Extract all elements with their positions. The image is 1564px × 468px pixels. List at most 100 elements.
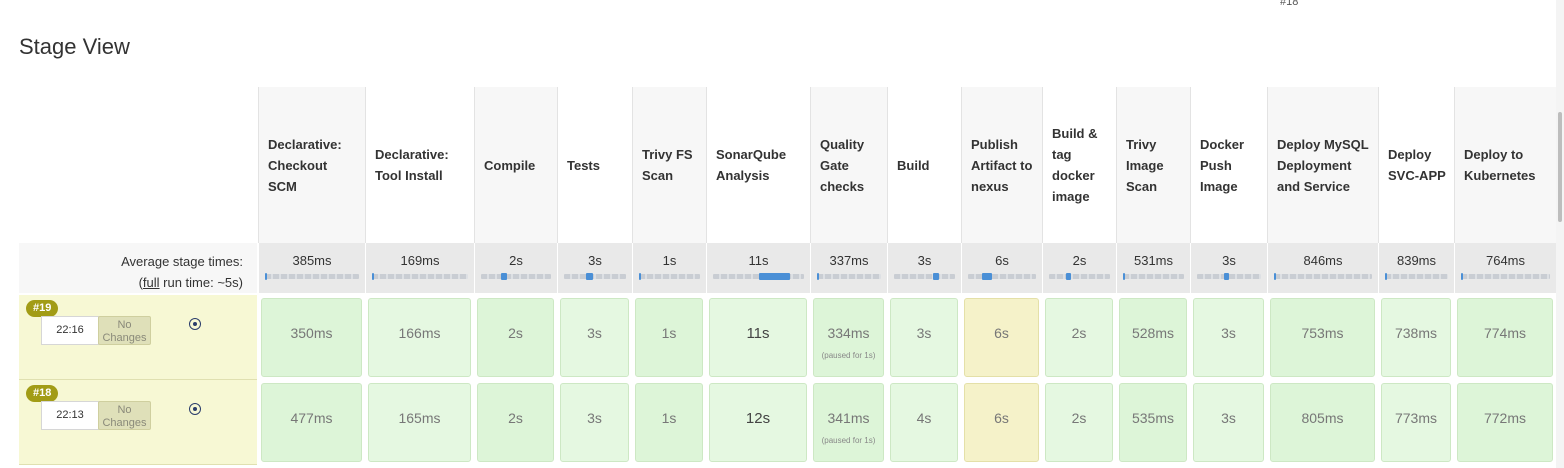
stage-cell[interactable]: 3s xyxy=(887,295,961,380)
stage-cell-box[interactable]: 350ms xyxy=(261,298,362,377)
stage-cell-box[interactable]: 774ms xyxy=(1457,298,1553,377)
stage-cell[interactable]: 738ms xyxy=(1378,295,1454,380)
stage-cell[interactable]: 6s xyxy=(961,380,1042,465)
stage-cell[interactable]: 334ms (paused for 1s) xyxy=(810,295,887,380)
average-progress-mark xyxy=(933,273,940,280)
stage-header[interactable]: Quality Gate checks xyxy=(810,87,887,243)
stage-cell[interactable]: 753ms xyxy=(1267,295,1378,380)
build-number-badge[interactable]: #18 xyxy=(26,385,59,402)
vertical-scrollbar[interactable] xyxy=(1556,0,1564,468)
stage-cell-box[interactable]: 805ms xyxy=(1270,383,1375,462)
stage-cell-box[interactable]: 535ms xyxy=(1119,383,1187,462)
stage-cell[interactable]: 528ms xyxy=(1116,295,1190,380)
stage-header[interactable]: Trivy Image Scan xyxy=(1116,87,1190,243)
stage-cell-box[interactable]: 334ms (paused for 1s) xyxy=(813,298,884,377)
stage-header[interactable]: Declarative: Checkout SCM xyxy=(258,87,365,243)
stage-cell-box[interactable]: 2s xyxy=(1045,383,1113,462)
stage-pause-note: (paused for 1s) xyxy=(821,436,876,445)
average-stage-time: 2s xyxy=(474,243,557,293)
stage-cell-box[interactable]: 3s xyxy=(1193,383,1264,462)
stage-header[interactable]: Deploy SVC-APP xyxy=(1378,87,1454,243)
average-stage-value: 11s xyxy=(748,253,769,268)
stage-header[interactable]: Build & tag docker image xyxy=(1042,87,1116,243)
stage-cell[interactable]: 774ms xyxy=(1454,295,1556,380)
stage-cell[interactable]: 350ms xyxy=(258,295,365,380)
stage-cell[interactable]: 805ms xyxy=(1267,380,1378,465)
stage-header[interactable]: Compile xyxy=(474,87,557,243)
average-stage-value: 764ms xyxy=(1485,253,1526,268)
stage-cell-box[interactable]: 773ms xyxy=(1381,383,1451,462)
stage-cell[interactable]: 2s xyxy=(1042,295,1116,380)
stage-cell-box[interactable]: 738ms xyxy=(1381,298,1451,377)
top-build-marker: #18 xyxy=(1280,0,1299,8)
stage-cell-box[interactable]: 3s xyxy=(890,298,958,377)
stage-cell[interactable]: 12s xyxy=(706,380,810,465)
stage-duration: 772ms xyxy=(1483,410,1527,426)
average-progress-bar xyxy=(817,273,881,280)
stage-cell-box[interactable]: 2s xyxy=(1045,298,1113,377)
stage-header[interactable]: Declarative: Tool Install xyxy=(365,87,474,243)
stage-cell[interactable]: 3s xyxy=(1190,380,1267,465)
stage-cell[interactable]: 11s xyxy=(706,295,810,380)
average-stage-time: 3s xyxy=(557,243,632,293)
changes-button[interactable]: No Changes xyxy=(98,316,151,345)
stage-duration: 350ms xyxy=(290,325,333,341)
scrollbar-thumb[interactable] xyxy=(1558,112,1562,222)
stage-cell-box[interactable]: 528ms xyxy=(1119,298,1187,377)
stage-cell-box[interactable]: 1s xyxy=(635,383,703,462)
stage-cell[interactable]: 165ms xyxy=(365,380,474,465)
stage-cell-box[interactable]: 2s xyxy=(477,383,554,462)
stage-cell[interactable]: 6s xyxy=(961,295,1042,380)
build-row: #19 22:16 No Changes 350ms 166ms 2s 3s 1s 11s 334… xyxy=(19,295,1556,380)
stage-cell-box[interactable]: 165ms xyxy=(368,383,471,462)
average-progress-mark xyxy=(1461,273,1463,280)
stage-cell-box[interactable]: 166ms xyxy=(368,298,471,377)
stage-header[interactable]: Tests xyxy=(557,87,632,243)
stage-cell-box[interactable]: 753ms xyxy=(1270,298,1375,377)
stage-duration: 3s xyxy=(587,410,602,426)
stage-cell[interactable]: 773ms xyxy=(1378,380,1454,465)
changes-button[interactable]: No Changes xyxy=(98,401,151,430)
stage-cell[interactable]: 341ms (paused for 1s) xyxy=(810,380,887,465)
stage-header[interactable]: Deploy to Kubernetes xyxy=(1454,87,1556,243)
stage-cell[interactable]: 3s xyxy=(557,295,632,380)
stage-header[interactable]: Docker Push Image xyxy=(1190,87,1267,243)
stage-cell-box[interactable]: 12s xyxy=(709,383,807,462)
stage-cell[interactable]: 772ms xyxy=(1454,380,1556,465)
stage-cell[interactable]: 477ms xyxy=(258,380,365,465)
stage-cell[interactable]: 2s xyxy=(474,380,557,465)
stage-cell[interactable]: 1s xyxy=(632,380,706,465)
stage-cell[interactable]: 535ms xyxy=(1116,380,1190,465)
stage-cell-box[interactable]: 6s xyxy=(964,298,1039,377)
stage-cell[interactable]: 1s xyxy=(632,295,706,380)
stage-cell[interactable]: 2s xyxy=(1042,380,1116,465)
stage-cell-box[interactable]: 6s xyxy=(964,383,1039,462)
build-number-badge[interactable]: #19 xyxy=(26,300,59,317)
stage-cell-box[interactable]: 4s xyxy=(890,383,958,462)
stage-cell-box[interactable]: 477ms xyxy=(261,383,362,462)
stage-header[interactable]: SonarQube Analysis xyxy=(706,87,810,243)
full-run-time-link[interactable]: full xyxy=(143,275,160,290)
stage-cell-box[interactable]: 3s xyxy=(1193,298,1264,377)
stage-header[interactable]: Trivy FS Scan xyxy=(632,87,706,243)
average-progress-bar xyxy=(1461,273,1550,280)
stage-header[interactable]: Deploy MySQL Deployment and Service xyxy=(1267,87,1378,243)
stage-cell-box[interactable]: 11s xyxy=(709,298,807,377)
stage-header[interactable]: Build xyxy=(887,87,961,243)
stage-cell[interactable]: 4s xyxy=(887,380,961,465)
stage-cell[interactable]: 166ms xyxy=(365,295,474,380)
stage-cell[interactable]: 3s xyxy=(1190,295,1267,380)
stage-cell-box[interactable]: 3s xyxy=(560,298,629,377)
stage-cell-box[interactable]: 772ms xyxy=(1457,383,1553,462)
stage-cell-box[interactable]: 3s xyxy=(560,383,629,462)
stage-cell-box[interactable]: 341ms (paused for 1s) xyxy=(813,383,884,462)
stage-cell[interactable]: 2s xyxy=(474,295,557,380)
average-progress-mark xyxy=(817,273,819,280)
build-target-icon[interactable] xyxy=(189,318,201,330)
stage-cell[interactable]: 3s xyxy=(557,380,632,465)
stage-cell-box[interactable]: 1s xyxy=(635,298,703,377)
stage-header[interactable]: Publish Artifact to nexus xyxy=(961,87,1042,243)
build-target-icon[interactable] xyxy=(189,403,201,415)
stage-cell-box[interactable]: 2s xyxy=(477,298,554,377)
stage-duration: 774ms xyxy=(1483,325,1527,341)
